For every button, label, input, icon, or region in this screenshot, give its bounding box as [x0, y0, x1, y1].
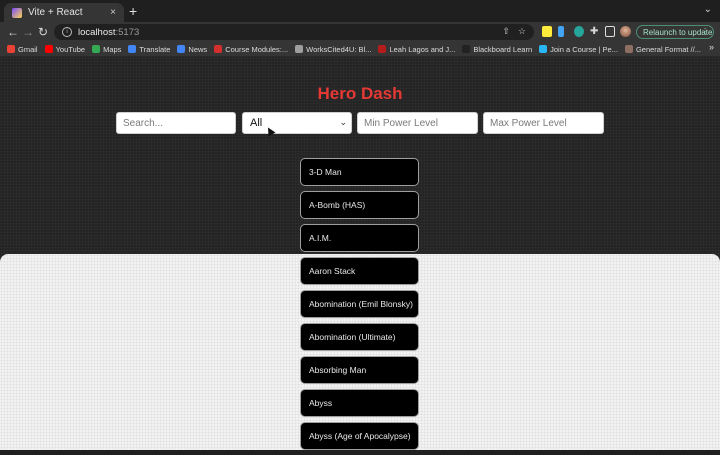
hero-card[interactable]: A-Bomb (HAS): [300, 191, 419, 219]
hero-card[interactable]: Abyss (Age of Apocalypse): [300, 422, 419, 450]
bookmark-favicon-icon: [44, 45, 53, 53]
search-input[interactable]: [116, 112, 236, 134]
bookmark-favicon-icon: [214, 45, 223, 53]
bookmark-favicon-icon: [539, 45, 548, 53]
address-bar[interactable]: i localhost:5173 ⇧ ☆: [54, 24, 534, 40]
extension-icon[interactable]: [558, 26, 564, 37]
hero-card[interactable]: 3-D Man: [300, 158, 419, 186]
forward-icon[interactable]: →: [22, 24, 34, 40]
bookmarks-overflow-icon[interactable]: »: [709, 42, 714, 52]
bookmark-item[interactable]: Course Modules:...: [214, 45, 288, 54]
bookmark-label: WorksCited4U: Bl...: [306, 44, 372, 54]
relaunch-button[interactable]: Relaunch to update ⋮: [636, 25, 714, 39]
tab-strip: Vite + React × + ⌄: [0, 0, 720, 22]
bookmark-favicon-icon: [7, 45, 15, 53]
bookmark-favicon-icon: [295, 45, 304, 53]
bookmark-label: YouTube: [55, 44, 86, 54]
bookmark-label: Translate: [139, 44, 171, 54]
bookmark-item[interactable]: General Format //...: [624, 44, 701, 54]
min-power-input[interactable]: [357, 112, 478, 134]
browser-tab[interactable]: Vite + React ×: [4, 3, 124, 22]
bookmark-favicon-icon: [624, 45, 633, 53]
hero-card[interactable]: Abomination (Ultimate): [300, 323, 419, 351]
back-icon[interactable]: ←: [7, 24, 19, 40]
bookmark-item[interactable]: WorksCited4U: Bl...: [295, 45, 371, 54]
bookmark-label: News: [188, 44, 208, 54]
page-title: Hero Dash: [317, 84, 403, 103]
bookmark-label: Join a Course | Pe...: [550, 44, 618, 54]
new-tab-button[interactable]: +: [129, 3, 137, 19]
bookmarks-bar: Gmail YouTube Maps Translate News Course Modu…: [0, 42, 720, 57]
bookmark-item[interactable]: YouTube: [44, 44, 86, 54]
bookmark-label: Maps: [103, 44, 122, 54]
extensions-puzzle-icon[interactable]: ✚: [590, 24, 598, 40]
close-tab-icon[interactable]: ×: [110, 7, 116, 18]
profile-avatar[interactable]: [620, 26, 631, 37]
hero-card[interactable]: Abomination (Emil Blonsky): [300, 290, 419, 318]
side-panel-icon[interactable]: [605, 26, 615, 37]
hero-card[interactable]: Absorbing Man: [300, 356, 419, 384]
bookmark-favicon-icon: [378, 45, 387, 53]
tab-title: Vite + React: [28, 7, 83, 18]
extension-icon[interactable]: [542, 26, 552, 37]
vite-favicon-icon: [12, 7, 22, 18]
bookmark-item[interactable]: Gmail: [7, 45, 38, 54]
hero-card[interactable]: Aaron Stack: [300, 257, 419, 285]
extension-icon[interactable]: [574, 26, 584, 37]
category-select[interactable]: All ⌄: [242, 112, 352, 134]
bookmark-favicon-icon: [128, 45, 137, 53]
tab-search-icon[interactable]: ⌄: [704, 4, 712, 15]
hero-list: 3-D Man A-Bomb (HAS) A.I.M. Aaron Stack Abom…: [300, 158, 420, 455]
bookmark-item[interactable]: Join a Course | Pe...: [539, 45, 618, 54]
bookmark-label: Blackboard Learn: [473, 44, 533, 54]
hero-card[interactable]: A.I.M.: [300, 224, 419, 252]
bookmark-item[interactable]: Blackboard Learn: [462, 45, 532, 54]
chevron-down-icon: ⌄: [339, 117, 347, 127]
bookmark-item[interactable]: Maps: [92, 45, 121, 54]
bookmark-favicon-icon: [177, 45, 186, 53]
max-power-input[interactable]: [483, 112, 604, 134]
share-icon[interactable]: ⇧: [502, 26, 510, 37]
url-text: localhost:5173: [78, 26, 140, 38]
bookmark-label: Leah Lagos and J...: [389, 44, 456, 54]
bookmark-item[interactable]: News: [177, 45, 207, 54]
browser-toolbar: ← → ↻ i localhost:5173 ⇧ ☆ ✚ Relaunch to…: [0, 22, 720, 42]
bookmark-label: Course Modules:...: [225, 44, 289, 54]
bookmark-star-icon[interactable]: ☆: [518, 26, 526, 37]
menu-dots-icon[interactable]: ⋮: [701, 27, 709, 36]
bookmark-label: Gmail: [18, 44, 38, 54]
site-info-icon[interactable]: i: [62, 27, 72, 37]
bookmark-item[interactable]: Translate: [128, 45, 170, 54]
bookmark-label: General Format //...: [635, 44, 701, 54]
bookmark-item[interactable]: Leah Lagos and J...: [378, 45, 455, 54]
hero-card[interactable]: Abyss: [300, 389, 419, 417]
bookmark-favicon-icon: [462, 45, 471, 53]
bookmark-favicon-icon: [92, 45, 101, 53]
reload-icon[interactable]: ↻: [38, 24, 48, 40]
